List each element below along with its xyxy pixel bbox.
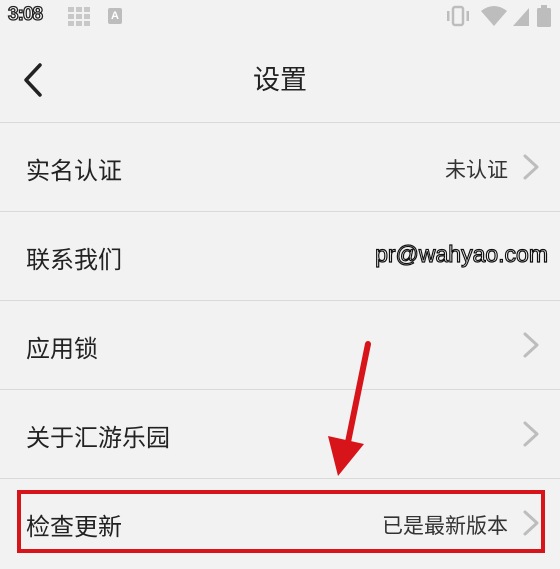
settings-item-app-lock[interactable]: 应用锁 xyxy=(0,301,560,390)
contact-email: pr@wahyao.com xyxy=(374,240,548,267)
settings-item-about[interactable]: 关于汇游乐园 xyxy=(0,390,560,479)
settings-item-label: 检查更新 xyxy=(26,513,122,541)
top-navigation-bar: 设置 xyxy=(0,34,560,123)
chevron-right-icon xyxy=(523,421,539,447)
settings-item-label: 实名认证 xyxy=(26,157,122,185)
battery-icon xyxy=(537,5,551,27)
settings-list: 实名认证 未认证 联系我们 pr@wahyao.com 应用锁 关于汇游乐园 检… xyxy=(0,123,560,567)
a-notification-icon: A xyxy=(108,8,122,24)
chevron-right-icon xyxy=(523,154,539,180)
chevron-right-icon xyxy=(523,510,539,536)
verification-status: 未认证 xyxy=(445,158,508,182)
settings-item-contact-us[interactable]: 联系我们 pr@wahyao.com xyxy=(0,212,560,301)
settings-item-label: 联系我们 xyxy=(26,246,122,274)
wifi-icon xyxy=(481,6,507,26)
update-status: 已是最新版本 xyxy=(382,514,508,538)
signal-icon xyxy=(513,8,529,26)
status-bar: 3:08 A xyxy=(0,0,560,34)
vibrate-icon xyxy=(447,5,469,27)
settings-item-label: 应用锁 xyxy=(26,335,98,363)
chevron-right-icon xyxy=(523,332,539,358)
status-time: 3:08 xyxy=(7,3,43,25)
grid-icon xyxy=(68,7,90,26)
settings-item-check-update[interactable]: 检查更新 已是最新版本 xyxy=(0,479,560,567)
page-title: 设置 xyxy=(253,65,307,96)
settings-item-real-name-verification[interactable]: 实名认证 未认证 xyxy=(0,123,560,212)
settings-item-label: 关于汇游乐园 xyxy=(26,424,170,452)
